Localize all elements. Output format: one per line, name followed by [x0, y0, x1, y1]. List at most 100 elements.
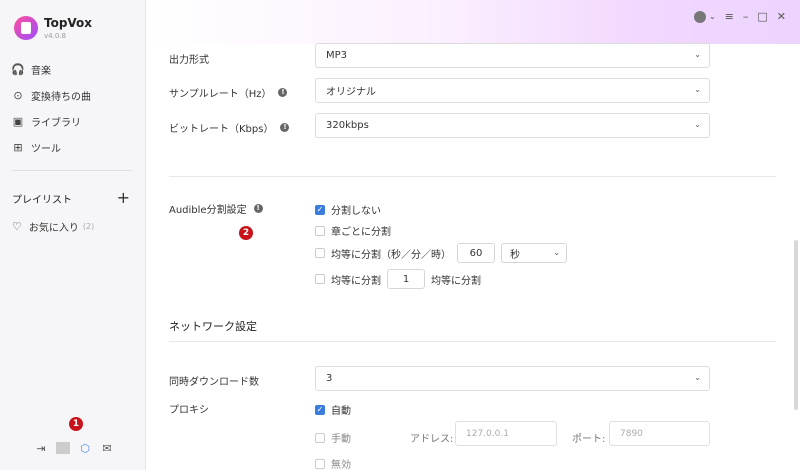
sidebar-bottom-bar: ⇥ ⬡ ✉	[34, 440, 114, 456]
bottom-divider	[56, 442, 70, 454]
checkbox-checked-icon[interactable]: ✓	[315, 404, 325, 415]
sidebar-item-label: 変換待ちの曲	[31, 91, 91, 103]
sidebar: TopVox v4.0.8 🎧 音楽 ⊙ 変換待ちの曲 ▣ ライブラリ ⊞ ツー…	[0, 0, 146, 470]
proxy-auto-label: 自動	[331, 406, 351, 417]
split-count-suffix: 均等に分割	[431, 275, 481, 287]
chevron-down-icon: ⌄	[694, 50, 701, 59]
app-version: v4.0.8	[44, 32, 66, 40]
headphones-icon: 🎧	[11, 62, 25, 76]
proxy-port-input[interactable]: 7890	[609, 421, 710, 446]
audible-split-label-text: Audible分割設定	[169, 205, 247, 216]
concurrent-value: 3	[326, 373, 333, 384]
concurrent-label: 同時ダウンロード数	[169, 373, 259, 388]
sidebar-item-library[interactable]: ▣ ライブラリ	[0, 108, 146, 134]
proxy-option-disabled[interactable]: 無効	[315, 456, 351, 470]
info-icon[interactable]: !	[253, 204, 263, 213]
maximize-icon[interactable]: □	[757, 10, 767, 23]
sidebar-item-label: 音楽	[31, 65, 51, 77]
proxy-option-auto[interactable]: ✓ 自動	[315, 402, 351, 417]
sidebar-divider	[12, 170, 132, 171]
network-section-title: ネットワーク設定	[169, 320, 257, 333]
proxy-port-label: ポート:	[572, 434, 606, 445]
info-icon[interactable]: !	[280, 123, 290, 132]
proxy-address-input[interactable]: 127.0.0.1	[455, 421, 557, 446]
playlist-header: プレイリスト +	[12, 190, 130, 206]
favorites-count: (2)	[82, 222, 95, 231]
output-format-label-text: 出力形式	[169, 55, 209, 66]
output-format-value: MP3	[326, 50, 348, 61]
checkbox-icon[interactable]	[315, 458, 325, 469]
split-time-label: 均等に分割（秒／分／時）	[331, 249, 451, 261]
split-time-input[interactable]: 60	[457, 243, 495, 263]
split-option-none[interactable]: ✓ 分割しない	[315, 202, 381, 217]
sample-rate-value: オリジナル	[326, 87, 376, 98]
sidebar-item-pending[interactable]: ⊙ 変換待ちの曲	[0, 82, 146, 108]
window-controls: ⌄ ≡ – □ ✕	[693, 10, 786, 23]
scrollbar[interactable]	[794, 240, 798, 410]
settings-icon[interactable]: ⬡	[78, 442, 92, 455]
split-time-unit-value: 秒	[510, 249, 520, 261]
section-divider	[169, 176, 776, 177]
bitrate-label: ビットレート（Kbps） !	[169, 120, 290, 135]
output-format-select[interactable]: MP3 ⌄	[315, 43, 710, 68]
user-avatar-icon[interactable]	[693, 10, 706, 23]
grid-icon: ⊞	[13, 140, 23, 154]
checkbox-icon[interactable]	[315, 248, 325, 258]
sample-rate-label: サンプルレート（Hz） !	[169, 85, 288, 100]
split-none-label: 分割しない	[331, 206, 381, 217]
checkbox-checked-icon[interactable]: ✓	[315, 204, 325, 215]
info-icon[interactable]: !	[278, 88, 288, 97]
app-logo-icon	[14, 16, 38, 40]
section-divider	[169, 341, 776, 342]
favorites-label: お気に入り	[28, 223, 79, 234]
proxy-address-label: アドレス:	[410, 434, 454, 445]
sidebar-item-label: ライブラリ	[31, 117, 81, 129]
proxy-manual-label: 手動	[331, 434, 351, 445]
bitrate-select[interactable]: 320kbps ⌄	[315, 113, 710, 138]
checkbox-icon[interactable]	[315, 274, 325, 284]
chevron-down-icon: ⌄	[694, 120, 701, 129]
chevron-down-icon: ⌄	[553, 248, 560, 257]
chevron-down-icon: ⌄	[694, 373, 701, 382]
settings-panel: ⌄ ≡ – □ ✕ 出力形式 MP3 ⌄ サンプルレート（Hz） ! オリジナル…	[147, 0, 800, 470]
sidebar-item-tools[interactable]: ⊞ ツール	[0, 134, 146, 160]
concurrent-select[interactable]: 3 ⌄	[315, 366, 710, 391]
add-playlist-button[interactable]: +	[117, 190, 130, 206]
sidebar-item-label: ツール	[31, 143, 61, 155]
chevron-down-icon[interactable]: ⌄	[709, 12, 716, 21]
split-option-chapter[interactable]: 章ごとに分割	[315, 223, 391, 238]
close-icon[interactable]: ✕	[777, 10, 786, 23]
output-format-label: 出力形式	[169, 51, 209, 66]
split-option-time[interactable]: 均等に分割（秒／分／時） 60 秒 ⌄	[315, 243, 567, 263]
split-count-prefix: 均等に分割	[331, 275, 381, 287]
mail-icon[interactable]: ✉	[100, 442, 114, 455]
sample-rate-select[interactable]: オリジナル ⌄	[315, 78, 710, 103]
sample-rate-label-text: サンプルレート（Hz）	[169, 89, 272, 100]
proxy-option-manual[interactable]: 手動	[315, 430, 351, 445]
audible-split-label: Audible分割設定 !	[169, 201, 263, 216]
menu-icon[interactable]: ≡	[725, 10, 734, 23]
heart-icon: ♡	[12, 220, 22, 233]
annotation-marker-1: 1	[69, 417, 83, 431]
split-count-input[interactable]: 1	[387, 269, 425, 289]
checkbox-icon[interactable]	[315, 432, 325, 443]
playlist-title: プレイリスト	[12, 194, 72, 206]
minimize-icon[interactable]: –	[743, 10, 749, 23]
concurrent-label-text: 同時ダウンロード数	[169, 377, 259, 388]
bitrate-label-text: ビットレート（Kbps）	[169, 124, 274, 135]
collapse-sidebar-icon[interactable]: ⇥	[34, 442, 48, 455]
sidebar-item-favorites[interactable]: ♡ お気に入り (2)	[12, 219, 94, 234]
checkbox-icon[interactable]	[315, 225, 325, 236]
chevron-down-icon: ⌄	[694, 85, 701, 94]
proxy-port-placeholder: 7890	[620, 428, 643, 439]
library-icon: ▣	[12, 114, 24, 128]
bitrate-value: 320kbps	[326, 120, 369, 131]
download-circle-icon: ⊙	[13, 88, 23, 102]
split-time-unit-select[interactable]: 秒 ⌄	[501, 243, 567, 263]
sidebar-item-music[interactable]: 🎧 音楽	[0, 56, 146, 82]
app-name: TopVox	[44, 16, 93, 30]
sidebar-nav: 🎧 音楽 ⊙ 変換待ちの曲 ▣ ライブラリ ⊞ ツール	[0, 56, 146, 160]
split-option-count[interactable]: 均等に分割 1 均等に分割	[315, 269, 481, 289]
proxy-disabled-label: 無効	[331, 460, 351, 470]
proxy-label: プロキシ	[169, 401, 209, 416]
